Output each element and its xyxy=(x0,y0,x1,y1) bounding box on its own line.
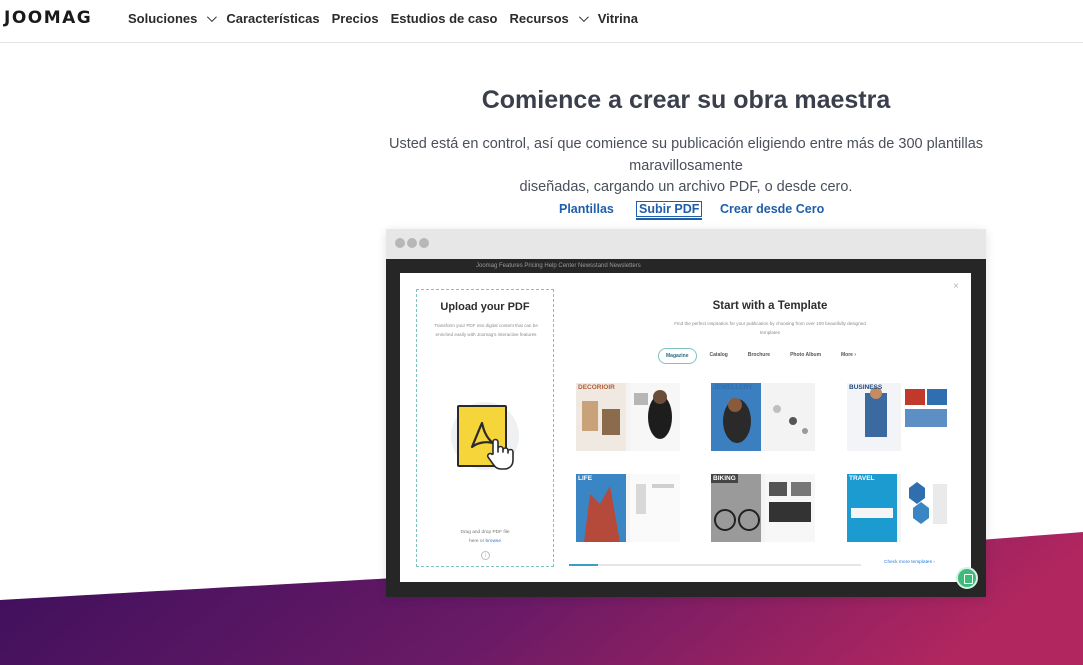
chat-icon[interactable] xyxy=(956,567,978,589)
nav-item-recursos[interactable]: Recursos xyxy=(509,11,589,26)
drag-text-line: Drag and drop PDF file xyxy=(460,530,510,535)
templates-description: Find the perfect inspiration for your pu… xyxy=(674,321,866,335)
nav-label: Precios xyxy=(331,11,379,26)
nav-item-estudios-de-caso[interactable]: Estudios de caso xyxy=(391,11,498,26)
nav-item-soluciones[interactable]: Soluciones xyxy=(128,11,218,26)
hand-pointer-icon xyxy=(486,438,514,470)
template-preview-image xyxy=(711,474,815,542)
check-more-templates-link[interactable]: Check more templates › xyxy=(884,560,935,565)
template-thumbnail[interactable]: BUSINESS xyxy=(847,383,951,451)
category-magazine[interactable]: Magazine xyxy=(658,348,697,364)
template-categories: Magazine Catalog Brochure Photo Album Mo… xyxy=(658,348,863,364)
close-icon[interactable]: × xyxy=(953,281,959,292)
template-thumbnail[interactable]: LIFE xyxy=(576,474,680,542)
template-thumbnail[interactable]: BIKING xyxy=(711,474,815,542)
nav-item-vitrina[interactable]: Vitrina xyxy=(598,11,638,26)
drag-text-prefix: here or xyxy=(468,538,485,544)
template-label: BUSINESS xyxy=(849,384,883,391)
window-dot-icon xyxy=(407,238,417,248)
upload-title: Upload your PDF xyxy=(440,301,530,313)
nav-label: Recursos xyxy=(509,11,569,26)
nav-item-precios[interactable]: Precios xyxy=(332,11,379,26)
window-dot-icon xyxy=(395,238,405,248)
mockup-site-nav: Joomag Features Pricing Help Center News… xyxy=(476,263,641,269)
nav-label: Estudios de caso xyxy=(390,11,498,26)
joomag-logo[interactable]: JOOMAG xyxy=(4,8,92,28)
creation-tabs: Plantillas Subir PDF Crear desde Cero xyxy=(0,201,1083,222)
subtitle-line-1: Usted está en control, así que comience … xyxy=(388,136,984,174)
category-photo-album[interactable]: Photo Album xyxy=(783,348,828,364)
category-more[interactable]: More › xyxy=(834,348,863,364)
template-preview-image xyxy=(576,474,680,542)
nav-label: Soluciones xyxy=(128,11,198,26)
upload-description: Transform your PDF into digital content … xyxy=(434,323,538,337)
tab-plantillas[interactable]: Plantillas xyxy=(559,202,614,216)
chevron-down-icon xyxy=(207,12,218,23)
drag-drop-hint: Drag and drop PDF file here or browse xyxy=(417,529,553,546)
subtitle-line-2: diseñadas, cargando un archivo PDF, o de… xyxy=(519,179,853,195)
upload-pdf-dropzone[interactable]: Upload your PDF Transform your PDF into … xyxy=(416,289,554,567)
browser-title-bar xyxy=(386,229,986,259)
template-thumbnail[interactable]: JEWELLERY xyxy=(711,383,815,451)
template-label: BIKING xyxy=(711,474,738,483)
main-nav: Soluciones Características Precios Estud… xyxy=(128,11,638,26)
template-label: LIFE xyxy=(576,474,595,483)
create-publication-modal: × Upload your PDF Transform your PDF int… xyxy=(400,273,971,582)
templates-title: Start with a Template xyxy=(712,300,828,312)
template-preview-image xyxy=(711,383,815,451)
chevron-down-icon xyxy=(578,12,589,23)
tab-crear-desde-cero[interactable]: Crear desde Cero xyxy=(720,202,824,216)
page-subtitle: Usted está en control, así que comience … xyxy=(346,134,1026,199)
template-label: TRAVEL xyxy=(847,474,877,483)
browse-link[interactable]: browse xyxy=(486,539,501,544)
browser-mockup: Joomag Features Pricing Help Center News… xyxy=(386,229,986,597)
template-preview-image xyxy=(576,383,680,451)
template-label: JEWELLERY xyxy=(713,384,753,391)
info-icon[interactable]: i xyxy=(481,551,490,560)
category-brochure[interactable]: Brochure xyxy=(741,348,777,364)
template-preview-image xyxy=(847,383,951,451)
nav-item-caracteristicas[interactable]: Características xyxy=(226,11,319,26)
browser-screen: Joomag Features Pricing Help Center News… xyxy=(386,259,986,597)
template-label: DECORIOIR xyxy=(578,384,615,391)
template-thumbnail[interactable]: DECORIOIR xyxy=(576,383,680,451)
template-thumbnail[interactable]: TRAVEL xyxy=(847,474,951,542)
template-preview-image xyxy=(847,474,951,542)
drag-text-line-2: here or browse xyxy=(417,538,553,547)
nav-label: Vitrina xyxy=(597,11,638,26)
templates-progress-bar xyxy=(569,564,861,566)
top-header: JOOMAG Soluciones Características Precio… xyxy=(0,0,1083,43)
progress-fill xyxy=(569,564,599,566)
tab-subir-pdf[interactable]: Subir PDF xyxy=(636,201,703,220)
nav-label: Características xyxy=(226,11,320,26)
category-catalog[interactable]: Catalog xyxy=(703,348,735,364)
page-title: Comience a crear su obra maestra xyxy=(481,86,891,114)
window-dot-icon xyxy=(419,238,429,248)
